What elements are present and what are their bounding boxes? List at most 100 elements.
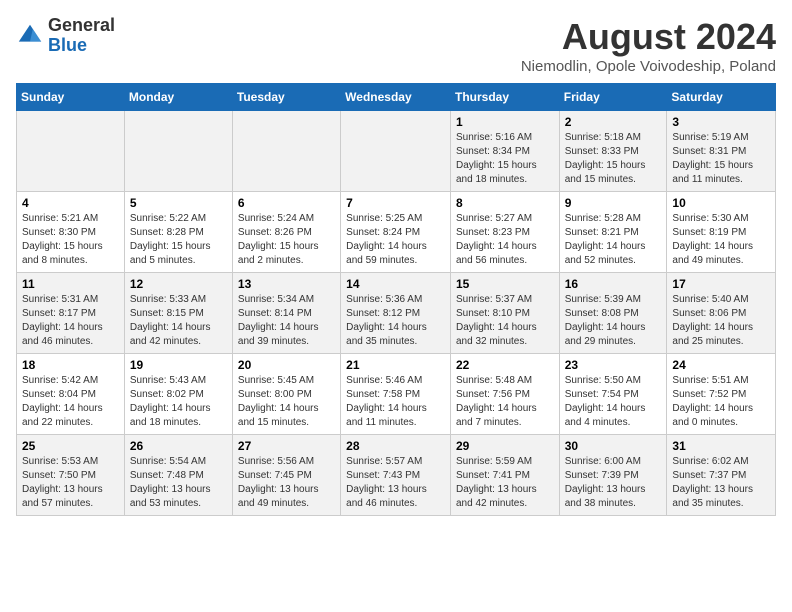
- title-area: August 2024 Niemodlin, Opole Voivodeship…: [521, 16, 776, 75]
- day-info: Sunrise: 5:33 AM Sunset: 8:15 PM Dayligh…: [130, 293, 227, 349]
- day-info: Sunrise: 5:57 AM Sunset: 7:43 PM Dayligh…: [346, 455, 445, 511]
- day-number: 2: [565, 115, 662, 129]
- day-number: 28: [346, 439, 445, 453]
- day-cell: 1 Sunrise: 5:16 AM Sunset: 8:34 PM Daylig…: [450, 111, 559, 192]
- week-row: 4Sunrise: 5:21 AM Sunset: 8:30 PM Daylig…: [17, 192, 776, 273]
- calendar-table: SundayMondayTuesdayWednesdayThursdayFrid…: [16, 83, 776, 516]
- day-info: Sunrise: 6:00 AM Sunset: 7:39 PM Dayligh…: [565, 455, 662, 511]
- day-number: 15: [456, 277, 554, 291]
- day-info: Sunrise: 5:19 AM Sunset: 8:31 PM Dayligh…: [672, 131, 770, 187]
- day-number: 18: [22, 358, 119, 372]
- day-cell: 11Sunrise: 5:31 AM Sunset: 8:17 PM Dayli…: [17, 273, 125, 354]
- day-number: 5: [130, 196, 227, 210]
- day-number: 24: [672, 358, 770, 372]
- day-cell: 21 Sunrise: 5:46 AM Sunset: 7:58 PM Dayli…: [341, 354, 451, 435]
- day-cell: 7 Sunrise: 5:25 AM Sunset: 8:24 PM Daylig…: [341, 192, 451, 273]
- logo-general: General: [48, 16, 115, 36]
- day-info: Sunrise: 5:59 AM Sunset: 7:41 PM Dayligh…: [456, 455, 554, 511]
- day-number: 19: [130, 358, 227, 372]
- day-info: Sunrise: 5:50 AM Sunset: 7:54 PM Dayligh…: [565, 374, 662, 430]
- day-info: Sunrise: 5:22 AM Sunset: 8:28 PM Dayligh…: [130, 212, 227, 268]
- day-info: Sunrise: 5:34 AM Sunset: 8:14 PM Dayligh…: [238, 293, 335, 349]
- day-number: 17: [672, 277, 770, 291]
- col-header-tuesday: Tuesday: [232, 84, 340, 111]
- day-number: 1: [456, 115, 554, 129]
- day-cell: 30Sunrise: 6:00 AM Sunset: 7:39 PM Dayli…: [559, 435, 667, 516]
- day-cell: 27 Sunrise: 5:56 AM Sunset: 7:45 PM Dayli…: [232, 435, 340, 516]
- day-info: Sunrise: 5:53 AM Sunset: 7:50 PM Dayligh…: [22, 455, 119, 511]
- day-info: Sunrise: 6:02 AM Sunset: 7:37 PM Dayligh…: [672, 455, 770, 511]
- day-cell: 17 Sunrise: 5:40 AM Sunset: 8:06 PM Dayli…: [667, 273, 776, 354]
- day-info: Sunrise: 5:48 AM Sunset: 7:56 PM Dayligh…: [456, 374, 554, 430]
- day-info: Sunrise: 5:37 AM Sunset: 8:10 PM Dayligh…: [456, 293, 554, 349]
- day-cell: 13Sunrise: 5:34 AM Sunset: 8:14 PM Dayli…: [232, 273, 340, 354]
- day-cell: 15 Sunrise: 5:37 AM Sunset: 8:10 PM Dayli…: [450, 273, 559, 354]
- day-cell: 3 Sunrise: 5:19 AM Sunset: 8:31 PM Daylig…: [667, 111, 776, 192]
- col-header-friday: Friday: [559, 84, 667, 111]
- day-number: 7: [346, 196, 445, 210]
- week-row: 18 Sunrise: 5:42 AM Sunset: 8:04 PM Dayli…: [17, 354, 776, 435]
- day-cell: 9Sunrise: 5:28 AM Sunset: 8:21 PM Daylig…: [559, 192, 667, 273]
- day-cell: 4Sunrise: 5:21 AM Sunset: 8:30 PM Daylig…: [17, 192, 125, 273]
- col-header-sunday: Sunday: [17, 84, 125, 111]
- day-info: Sunrise: 5:43 AM Sunset: 8:02 PM Dayligh…: [130, 374, 227, 430]
- day-number: 16: [565, 277, 662, 291]
- logo: General Blue: [16, 16, 115, 56]
- day-number: 27: [238, 439, 335, 453]
- day-info: Sunrise: 5:24 AM Sunset: 8:26 PM Dayligh…: [238, 212, 335, 268]
- col-header-thursday: Thursday: [450, 84, 559, 111]
- day-number: 10: [672, 196, 770, 210]
- day-info: Sunrise: 5:30 AM Sunset: 8:19 PM Dayligh…: [672, 212, 770, 268]
- week-row: 1 Sunrise: 5:16 AM Sunset: 8:34 PM Daylig…: [17, 111, 776, 192]
- day-cell: 5 Sunrise: 5:22 AM Sunset: 8:28 PM Daylig…: [124, 192, 232, 273]
- day-number: 8: [456, 196, 554, 210]
- day-cell: [124, 111, 232, 192]
- day-cell: 20 Sunrise: 5:45 AM Sunset: 8:00 PM Dayli…: [232, 354, 340, 435]
- day-cell: 24 Sunrise: 5:51 AM Sunset: 7:52 PM Dayli…: [667, 354, 776, 435]
- day-info: Sunrise: 5:27 AM Sunset: 8:23 PM Dayligh…: [456, 212, 554, 268]
- day-info: Sunrise: 5:54 AM Sunset: 7:48 PM Dayligh…: [130, 455, 227, 511]
- day-info: Sunrise: 5:25 AM Sunset: 8:24 PM Dayligh…: [346, 212, 445, 268]
- col-header-monday: Monday: [124, 84, 232, 111]
- week-row: 25Sunrise: 5:53 AM Sunset: 7:50 PM Dayli…: [17, 435, 776, 516]
- day-number: 21: [346, 358, 445, 372]
- logo-icon: [16, 22, 44, 50]
- day-cell: 10 Sunrise: 5:30 AM Sunset: 8:19 PM Dayli…: [667, 192, 776, 273]
- day-number: 26: [130, 439, 227, 453]
- day-cell: [232, 111, 340, 192]
- col-header-saturday: Saturday: [667, 84, 776, 111]
- day-info: Sunrise: 5:46 AM Sunset: 7:58 PM Dayligh…: [346, 374, 445, 430]
- col-header-wednesday: Wednesday: [341, 84, 451, 111]
- day-info: Sunrise: 5:39 AM Sunset: 8:08 PM Dayligh…: [565, 293, 662, 349]
- day-number: 12: [130, 277, 227, 291]
- day-cell: 8 Sunrise: 5:27 AM Sunset: 8:23 PM Daylig…: [450, 192, 559, 273]
- month-title: August 2024: [521, 16, 776, 58]
- logo-text: General Blue: [48, 16, 115, 56]
- day-cell: 14 Sunrise: 5:36 AM Sunset: 8:12 PM Dayli…: [341, 273, 451, 354]
- day-cell: 18 Sunrise: 5:42 AM Sunset: 8:04 PM Dayli…: [17, 354, 125, 435]
- day-info: Sunrise: 5:42 AM Sunset: 8:04 PM Dayligh…: [22, 374, 119, 430]
- day-number: 31: [672, 439, 770, 453]
- day-cell: 28 Sunrise: 5:57 AM Sunset: 7:43 PM Dayli…: [341, 435, 451, 516]
- day-cell: 19 Sunrise: 5:43 AM Sunset: 8:02 PM Dayli…: [124, 354, 232, 435]
- day-cell: 26 Sunrise: 5:54 AM Sunset: 7:48 PM Dayli…: [124, 435, 232, 516]
- day-info: Sunrise: 5:40 AM Sunset: 8:06 PM Dayligh…: [672, 293, 770, 349]
- day-cell: [17, 111, 125, 192]
- day-number: 6: [238, 196, 335, 210]
- day-number: 3: [672, 115, 770, 129]
- day-cell: 25Sunrise: 5:53 AM Sunset: 7:50 PM Dayli…: [17, 435, 125, 516]
- day-info: Sunrise: 5:36 AM Sunset: 8:12 PM Dayligh…: [346, 293, 445, 349]
- day-info: Sunrise: 5:45 AM Sunset: 8:00 PM Dayligh…: [238, 374, 335, 430]
- day-info: Sunrise: 5:16 AM Sunset: 8:34 PM Dayligh…: [456, 131, 554, 187]
- day-cell: 22 Sunrise: 5:48 AM Sunset: 7:56 PM Dayli…: [450, 354, 559, 435]
- day-number: 14: [346, 277, 445, 291]
- day-number: 22: [456, 358, 554, 372]
- day-info: Sunrise: 5:56 AM Sunset: 7:45 PM Dayligh…: [238, 455, 335, 511]
- day-cell: 2Sunrise: 5:18 AM Sunset: 8:33 PM Daylig…: [559, 111, 667, 192]
- day-info: Sunrise: 5:51 AM Sunset: 7:52 PM Dayligh…: [672, 374, 770, 430]
- day-number: 20: [238, 358, 335, 372]
- location: Niemodlin, Opole Voivodeship, Poland: [521, 58, 776, 75]
- day-number: 11: [22, 277, 119, 291]
- logo-blue: Blue: [48, 36, 115, 56]
- day-number: 9: [565, 196, 662, 210]
